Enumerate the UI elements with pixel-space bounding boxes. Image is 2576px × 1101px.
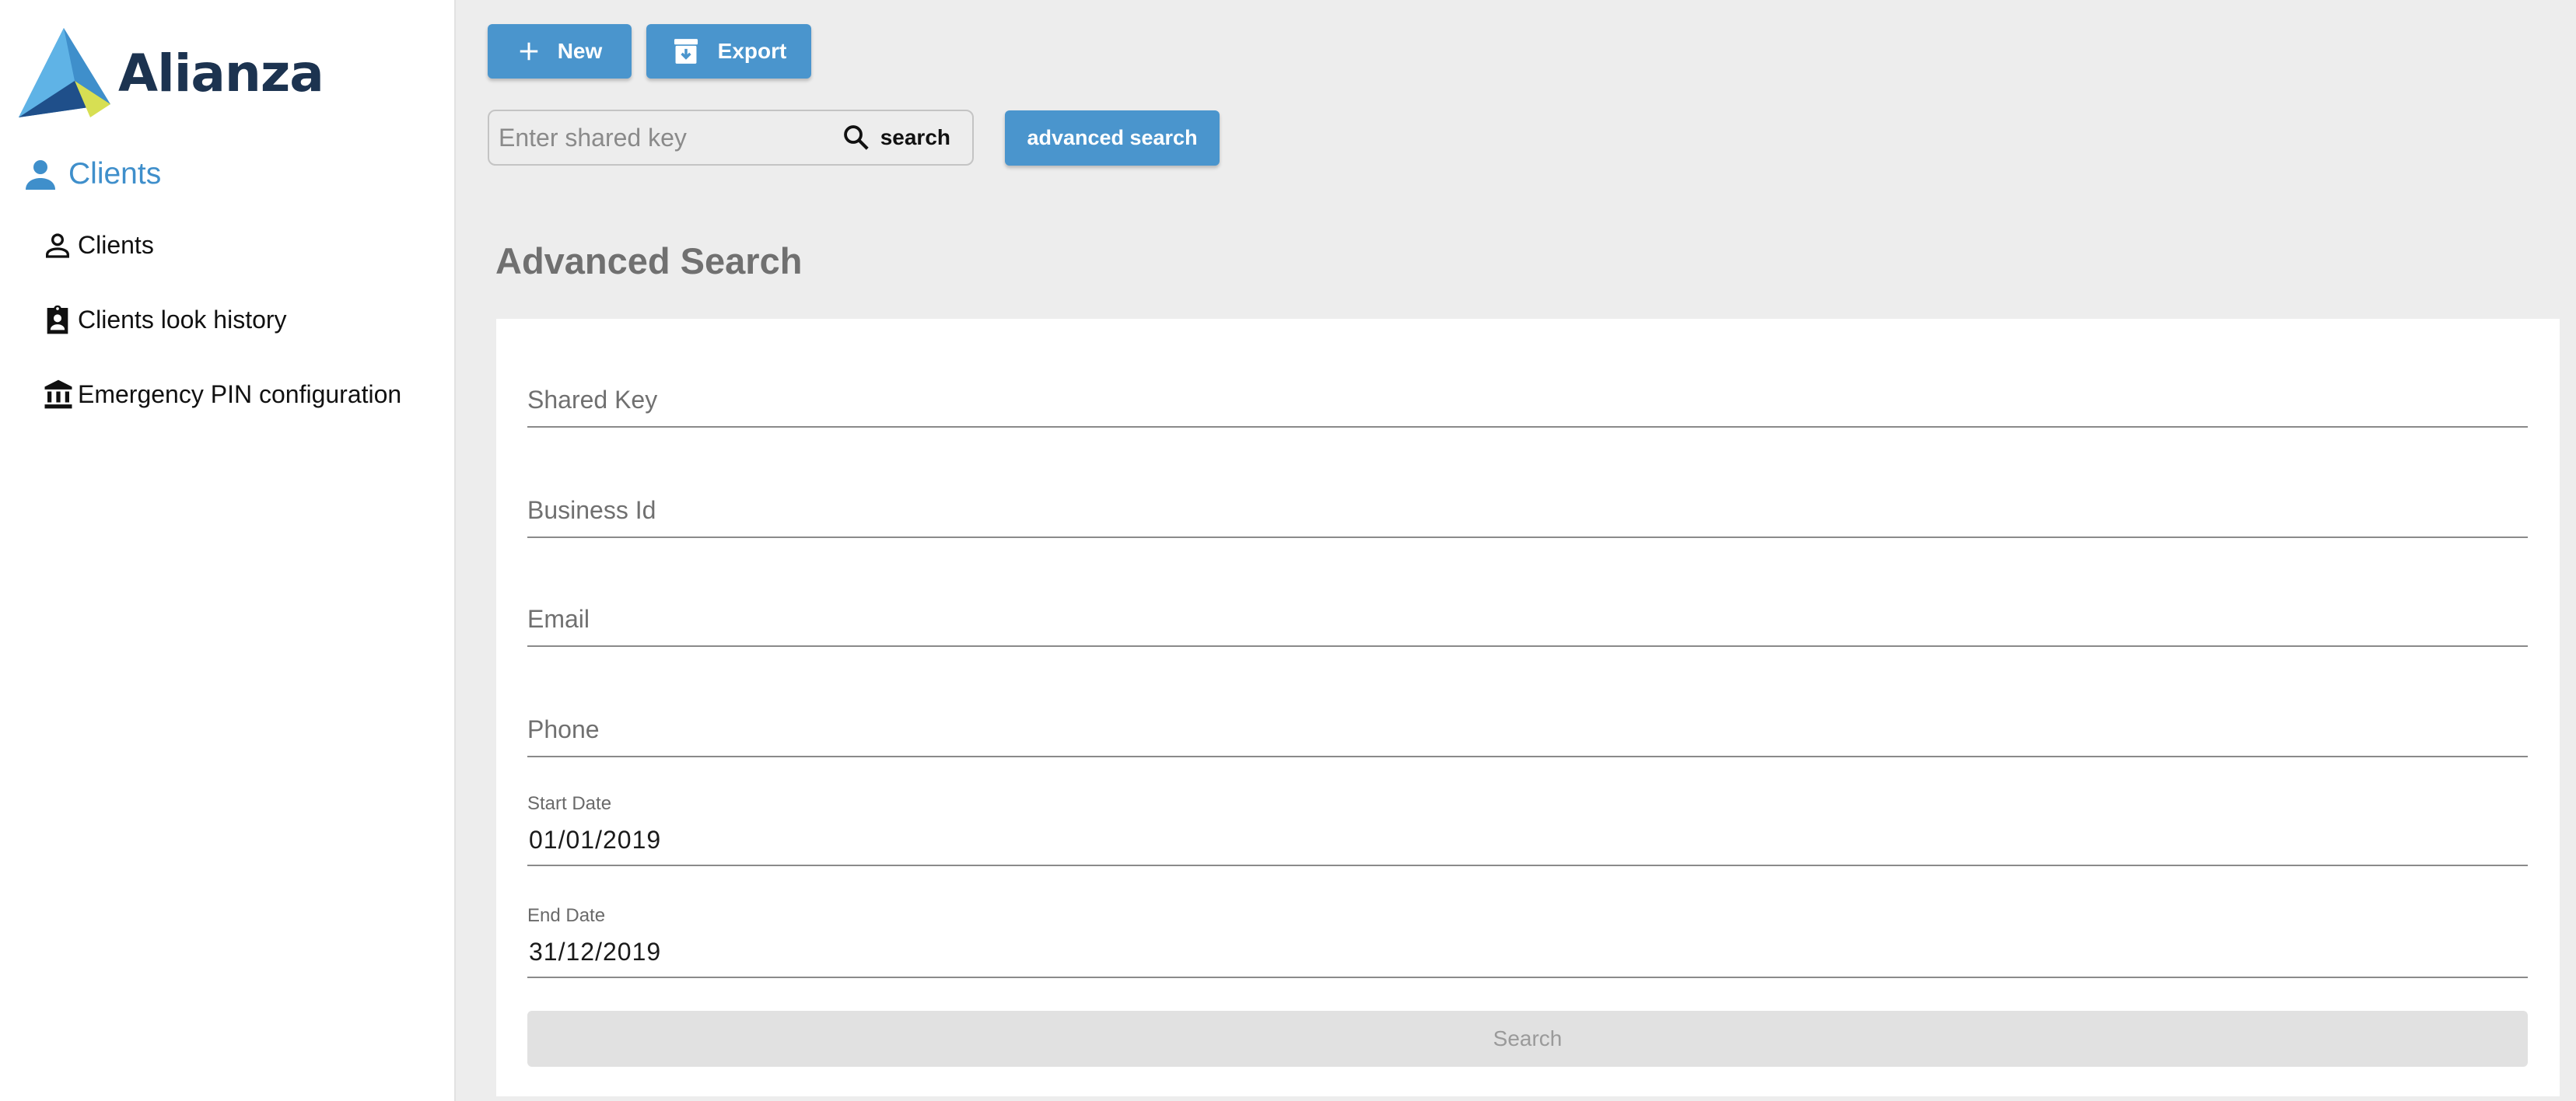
email-placeholder: Email: [527, 605, 590, 633]
person-outline-icon: [46, 233, 69, 258]
new-button[interactable]: New: [488, 24, 632, 79]
advanced-search-submit-button[interactable]: Search: [527, 1011, 2528, 1067]
sidebar-item-label: Clients: [78, 230, 154, 259]
phone-placeholder: Phone: [527, 715, 600, 743]
sidebar-section-label: Clients: [68, 157, 162, 190]
sidebar-item-clients[interactable]: Clients: [42, 228, 154, 262]
alianza-logo-icon: [19, 28, 110, 117]
person-filled-icon: [26, 160, 55, 190]
end-date-label: End Date: [527, 905, 606, 926]
shared-key-search-box: search: [488, 110, 974, 166]
phone-field[interactable]: Phone: [527, 697, 2528, 757]
email-field[interactable]: Email: [527, 586, 2528, 647]
brand-logo: Alianza: [19, 26, 324, 118]
start-date-field[interactable]: Start Date 01/01/2019: [527, 784, 2528, 866]
search-button[interactable]: search: [842, 111, 950, 164]
shared-key-field[interactable]: Shared Key: [527, 367, 2528, 428]
export-button-label: Export: [717, 39, 787, 63]
export-button[interactable]: Export: [646, 24, 811, 79]
page-title: Advanced Search: [495, 240, 803, 281]
end-date-value: 31/12/2019: [529, 938, 662, 966]
advanced-search-form: Shared Key Business Id Email Phone Start…: [496, 319, 2560, 1096]
sidebar-item-label: Clients look history: [78, 305, 287, 334]
end-date-field[interactable]: End Date 31/12/2019: [527, 896, 2528, 978]
sidebar-item-label: Emergency PIN configuration: [78, 379, 402, 408]
business-id-field[interactable]: Business Id: [527, 477, 2528, 538]
search-icon: [843, 125, 869, 150]
new-button-label: New: [557, 39, 603, 63]
business-id-placeholder: Business Id: [527, 496, 656, 524]
shared-key-search-input[interactable]: [499, 123, 825, 152]
badge-icon: [47, 305, 68, 334]
bank-icon: [44, 379, 72, 409]
sidebar: Alianza Clients Clients Clients look his…: [0, 0, 456, 1101]
brand-name: Alianza: [118, 44, 324, 103]
sidebar-section-clients[interactable]: Clients: [22, 156, 161, 193]
sidebar-item-clients-look-history[interactable]: Clients look history: [42, 302, 287, 337]
shared-key-placeholder: Shared Key: [527, 386, 658, 414]
plus-icon: [520, 42, 537, 61]
advanced-search-button-label: advanced search: [1027, 126, 1198, 149]
start-date-label: Start Date: [527, 793, 612, 814]
sidebar-item-emergency-pin[interactable]: Emergency PIN configuration: [42, 377, 401, 411]
start-date-value: 01/01/2019: [529, 826, 662, 854]
archive-icon: [674, 39, 698, 64]
search-button-label: search: [880, 125, 950, 149]
advanced-search-button[interactable]: advanced search: [1005, 110, 1220, 166]
